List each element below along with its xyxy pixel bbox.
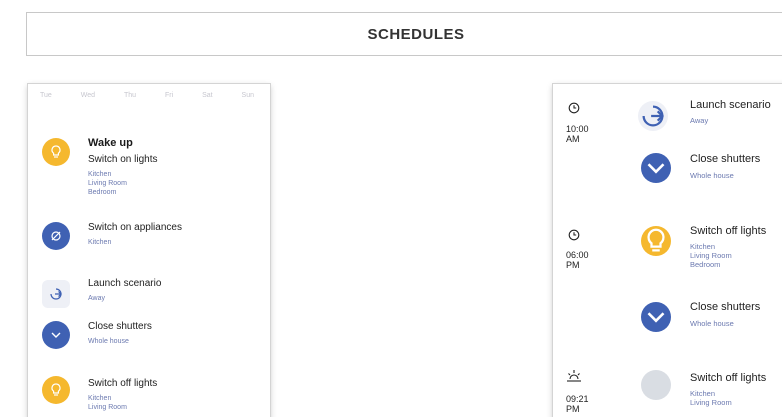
scenario-label: Away [690,116,709,125]
time-period: PM [566,404,580,414]
room-label: Bedroom [690,260,721,269]
day-tab-sat[interactable]: Sat [202,92,213,110]
scenario-icon [42,280,70,308]
action-label: Close shutters [88,321,152,332]
day-tab-wed[interactable]: Wed [81,92,95,110]
bulb-icon [42,138,70,166]
chevron-down-icon [641,302,671,332]
time-period: AM [566,134,580,144]
action-label: Launch scenario [690,99,771,111]
action-label: Switch off lights [88,378,158,389]
sunset-icon [567,370,581,382]
time-label: 09:21 PM [566,394,589,414]
room-label: Kitchen [690,389,716,398]
chevron-down-icon [641,153,671,183]
action-label: Close shutters [690,153,761,165]
bulb-icon [641,226,671,256]
chevron-down-icon [42,321,70,349]
clock-icon [568,102,580,114]
time-label: 10:00 AM [566,124,589,144]
scenario-label: Away [88,295,105,302]
room-label: Kitchen [88,395,112,402]
action-label: Launch scenario [88,278,162,289]
left-phone-screen: Tue Wed Thu Fri Sat Sun Wake up Switch o… [28,84,270,417]
schedule-title: Wake up [88,137,133,149]
action-label: Switch off lights [690,372,767,384]
room-label: Whole house [690,171,734,180]
time-value: 10:00 [566,124,589,134]
scenario-icon [638,101,668,131]
day-tabs: Tue Wed Thu Fri Sat Sun [28,84,270,110]
action-label: Switch off lights [690,225,767,237]
day-tab-fri[interactable]: Fri [165,92,173,110]
room-label: Living Room [690,251,732,260]
schedules-page: SCHEDULES Tue Wed Thu Fri Sat Sun Wake u… [0,0,782,417]
room-label: Living Room [690,398,732,407]
clock-icon [568,229,580,241]
action-label: Switch on lights [88,154,158,165]
day-tab-thu[interactable]: Thu [124,92,136,110]
day-tab-sun[interactable]: Sun [242,92,254,110]
room-label: Living Room [88,404,127,411]
action-label: Switch on appliances [88,222,182,233]
time-period: PM [566,260,580,270]
bulb-icon [641,370,671,400]
header-bar: SCHEDULES [26,12,782,56]
time-value: 09:21 [566,394,589,404]
room-label: Whole house [88,338,129,345]
room-label: Kitchen [690,242,716,251]
right-phone-screen: 10:00 AM Launch scenario Away Close shut… [553,84,782,417]
room-label: Whole house [690,319,734,328]
time-label: 06:00 PM [566,250,589,270]
day-tab-tue[interactable]: Tue [40,92,52,110]
room-label: Kitchen [88,239,112,246]
room-label: Living Room [88,180,127,187]
page-title: SCHEDULES [367,25,465,43]
bulb-icon [42,376,70,404]
time-value: 06:00 [566,250,589,260]
plug-icon [42,222,70,250]
room-label: Kitchen [88,171,112,178]
action-label: Close shutters [690,301,761,313]
room-label: Bedroom [88,189,117,196]
